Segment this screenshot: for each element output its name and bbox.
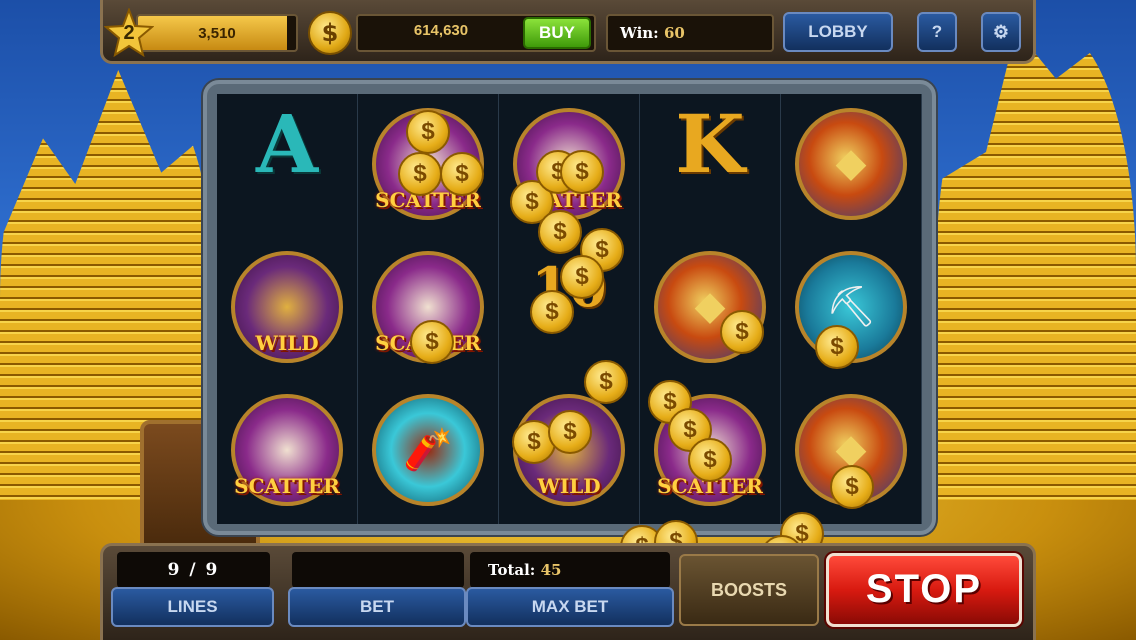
flying-coin: $ [815,325,859,369]
flying-coin: $ [830,465,874,509]
symbol-scatter: SCATTER [231,394,343,506]
coin-icon: $ [308,11,352,55]
symbol-a: A [255,97,319,191]
symbol-label: WILD [255,331,319,355]
win-display: Win: 60 [606,14,774,52]
boosts-button[interactable]: BOOSTS [679,554,819,626]
level-number: 2 [123,21,135,44]
symbol-label: SCATTER [234,474,340,498]
flying-coin: $ [720,310,764,354]
lines-value: 9 / 9 [117,552,270,588]
reel-1: A WILD SCATTER [217,94,358,524]
flying-coin: $ [584,360,628,404]
tnt-icon: 🧨 [403,427,453,473]
coin-balance: 614,630 [413,22,469,39]
symbol-wild: WILD [231,251,343,363]
flying-coin: $ [440,152,484,196]
lines-button[interactable]: LINES [111,587,274,627]
lobby-button[interactable]: LOBBY [783,12,893,52]
total-bet-display: Total: 45 [470,552,670,588]
symbol-k: K [675,97,745,191]
flying-coin: $ [688,438,732,482]
flying-coin: $ [410,320,454,364]
flying-coin: $ [398,152,442,196]
symbol-gold: ◆ [795,108,907,220]
win-label: Win: [620,24,659,42]
xp-value: 3,510 [198,25,236,42]
flying-coin: $ [560,255,604,299]
buy-button[interactable]: BUY [523,17,591,49]
xp-progress-bar: 3,510 [136,14,298,52]
settings-button[interactable]: ⚙ [981,12,1021,52]
symbol-tnt: 🧨 [372,394,484,506]
max-bet-button[interactable]: MAX BET [466,587,674,627]
flying-coin: $ [406,110,450,154]
flying-coin: $ [538,210,582,254]
symbol-label: WILD [537,474,601,498]
win-value: 60 [663,24,685,42]
help-button[interactable]: ? [917,12,957,52]
total-value: 45 [540,561,562,579]
level-badge: 2 [104,8,154,58]
flying-coin: $ [530,290,574,334]
total-label: Total: [488,561,536,579]
stop-button[interactable]: STOP [826,553,1022,627]
flying-coin: $ [548,410,592,454]
gold-icon: ◆ [835,140,867,186]
pick-icon: ⛏ [825,284,877,330]
flying-coin: $ [560,150,604,194]
bet-value-box [292,552,464,588]
gear-icon: ⚙ [992,22,1010,42]
bet-button[interactable]: BET [288,587,466,627]
reel-5: ◆ ⛏ ◆ [781,94,922,524]
